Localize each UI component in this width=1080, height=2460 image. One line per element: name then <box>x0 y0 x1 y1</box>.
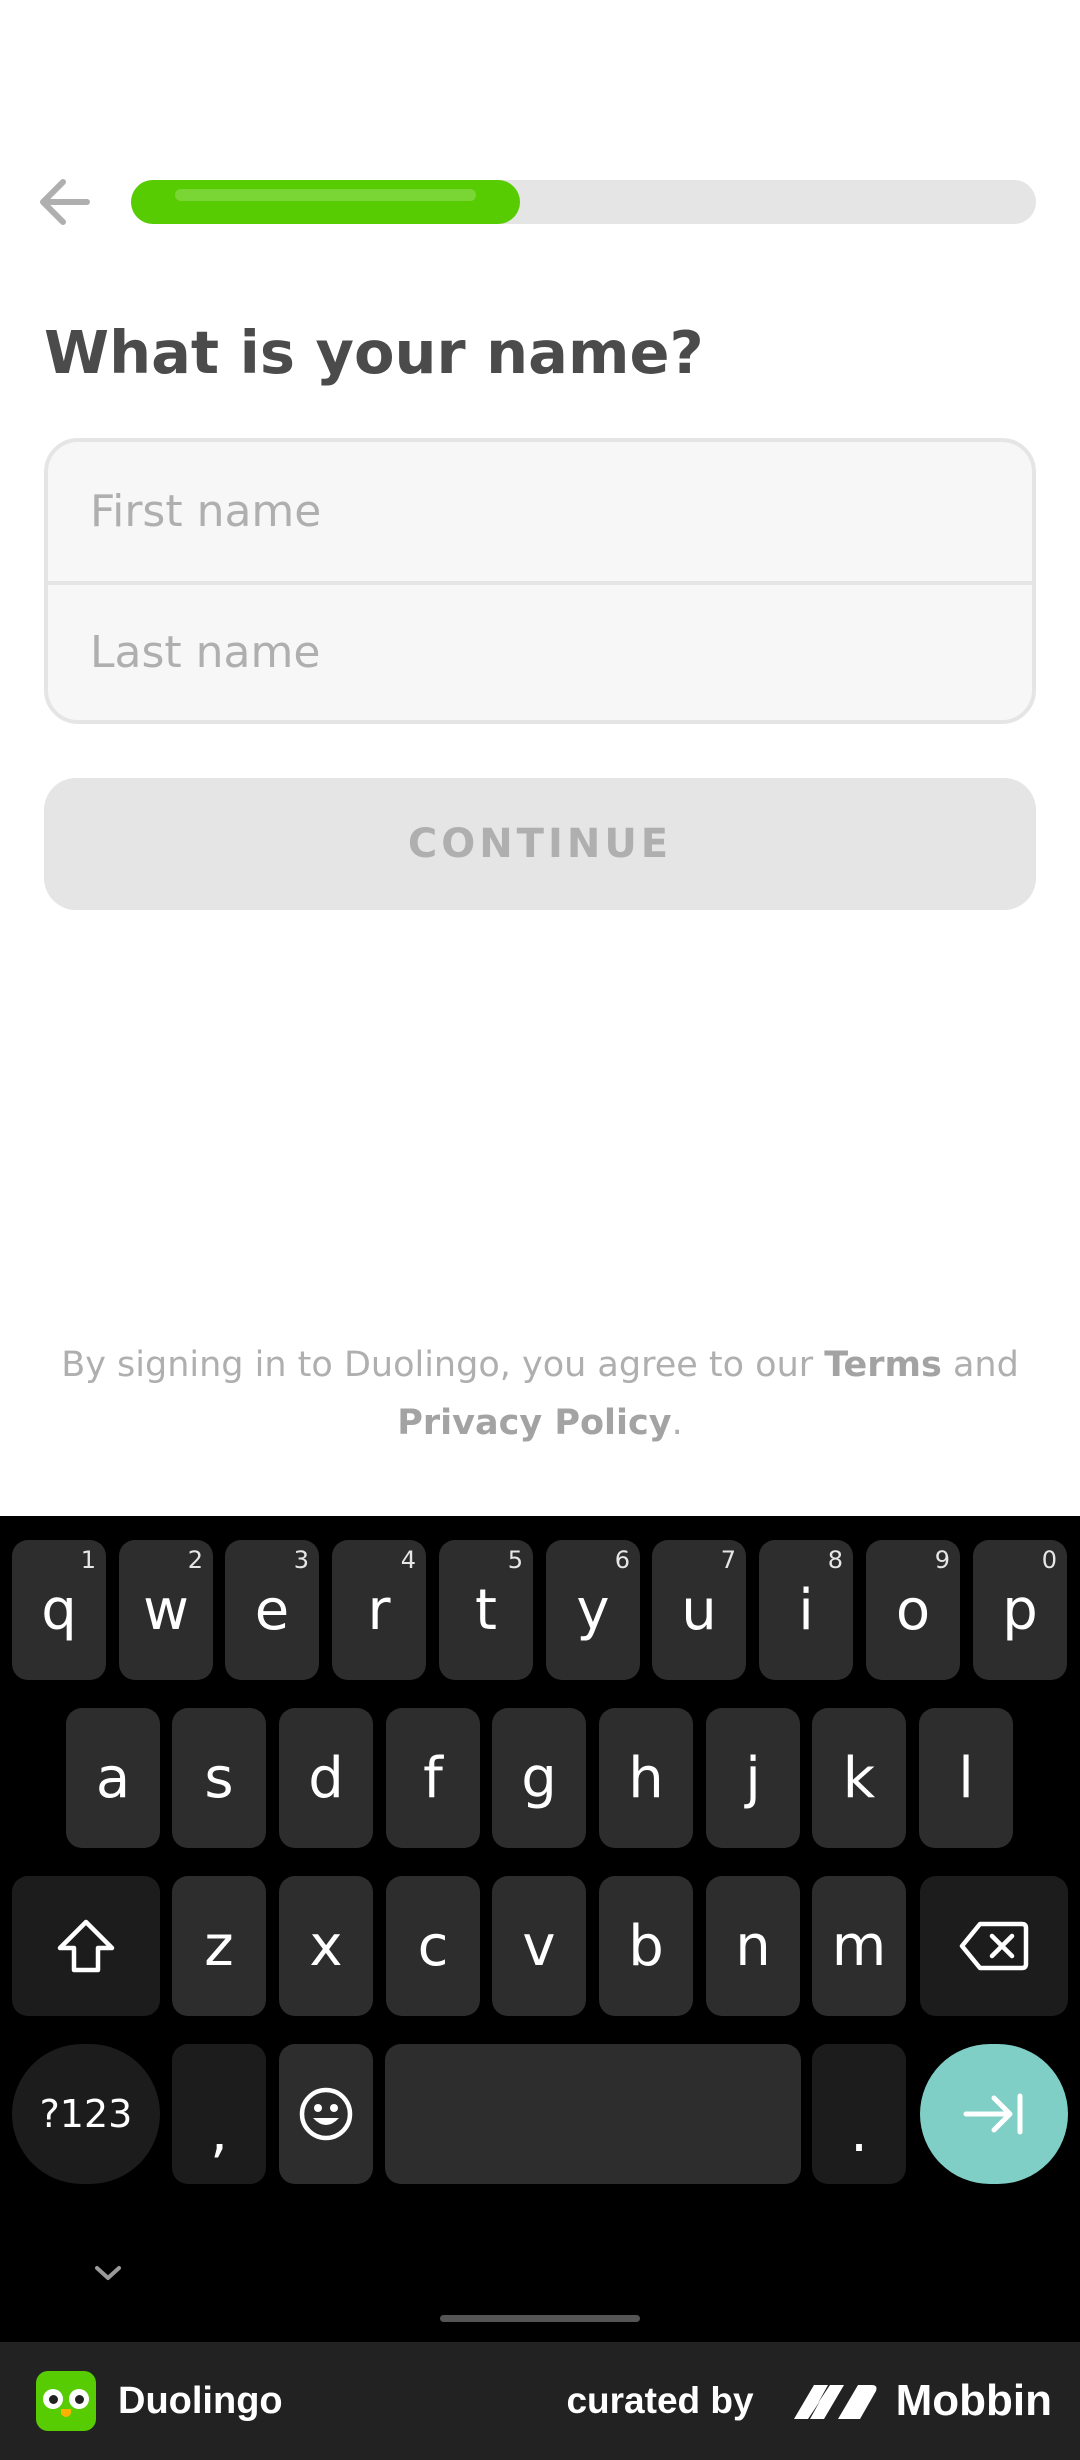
key-m[interactable]: m <box>812 1876 906 2016</box>
key-label: u <box>681 1577 717 1643</box>
mobbin-logo-icon <box>793 2385 877 2419</box>
key-w[interactable]: w2 <box>119 1540 213 1680</box>
key-r[interactable]: r4 <box>332 1540 426 1680</box>
key-label: o <box>895 1577 931 1643</box>
backspace-key[interactable] <box>920 1876 1068 2016</box>
key-label: y <box>576 1577 610 1643</box>
legal-text-and: and <box>941 1345 1019 1385</box>
key-hint: 9 <box>934 1546 950 1574</box>
key-hint: 3 <box>293 1546 309 1574</box>
key-s[interactable]: s <box>172 1708 266 1848</box>
key-u[interactable]: u7 <box>652 1540 746 1680</box>
key-d[interactable]: d <box>279 1708 373 1848</box>
progress-bar-highlight <box>175 189 477 201</box>
space-key[interactable] <box>385 2044 801 2184</box>
comma-key[interactable]: , <box>172 2044 266 2184</box>
key-label: q <box>41 1577 77 1643</box>
key-h[interactable]: h <box>599 1708 693 1848</box>
last-name-row <box>48 581 1032 720</box>
key-x[interactable]: x <box>279 1876 373 2016</box>
keyboard-collapse-button[interactable] <box>88 2258 128 2288</box>
footer-app-name: Duolingo <box>118 2379 283 2422</box>
key-b[interactable]: b <box>599 1876 693 2016</box>
next-key[interactable] <box>920 2044 1068 2184</box>
first-name-input[interactable] <box>90 486 1032 537</box>
key-i[interactable]: i8 <box>759 1540 853 1680</box>
back-button[interactable] <box>34 174 94 230</box>
first-name-row <box>48 442 1032 581</box>
symbols-key[interactable]: ?123 <box>12 2044 160 2184</box>
key-t[interactable]: t5 <box>439 1540 533 1680</box>
arrow-left-icon <box>40 179 90 225</box>
key-label: e <box>254 1577 290 1643</box>
key-hint: 4 <box>400 1546 416 1574</box>
key-label: r <box>367 1577 391 1643</box>
on-screen-keyboard: q1 w2 e3 r4 t5 y6 u7 i8 o9 p0 a s d f g … <box>0 1516 1080 2342</box>
key-f[interactable]: f <box>386 1708 480 1848</box>
shift-key[interactable] <box>12 1876 160 2016</box>
key-hint: 2 <box>187 1546 203 1574</box>
duolingo-logo-icon <box>36 2371 96 2431</box>
key-hint: 5 <box>507 1546 523 1574</box>
key-a[interactable]: a <box>66 1708 160 1848</box>
key-label: i <box>798 1577 814 1643</box>
name-form <box>44 438 1036 724</box>
duolingo-logo-beak <box>61 2409 71 2417</box>
legal-text-prefix: By signing in to Duolingo, you agree to … <box>61 1345 825 1385</box>
gesture-nav-handle[interactable] <box>440 2315 640 2322</box>
key-g[interactable]: g <box>492 1708 586 1848</box>
duolingo-logo-eye <box>69 2389 89 2409</box>
key-y[interactable]: y6 <box>546 1540 640 1680</box>
key-c[interactable]: c <box>386 1876 480 2016</box>
key-j[interactable]: j <box>706 1708 800 1848</box>
page-title: What is your name? <box>44 318 704 387</box>
next-field-icon <box>963 2093 1023 2135</box>
key-hint: 1 <box>80 1546 96 1574</box>
legal-notice: By signing in to Duolingo, you agree to … <box>40 1336 1040 1452</box>
key-l[interactable]: l <box>919 1708 1013 1848</box>
emoji-icon <box>299 2087 353 2141</box>
key-hint: 6 <box>614 1546 630 1574</box>
chevron-down-icon <box>95 2266 121 2280</box>
progress-bar-fill <box>131 180 521 224</box>
footer-curated-by: curated by <box>566 2380 754 2421</box>
shift-icon <box>57 1919 115 1973</box>
progress-bar <box>131 180 1036 224</box>
key-k[interactable]: k <box>812 1708 906 1848</box>
duolingo-signup-screen: What is your name? CONTINUE By signing i… <box>0 0 1080 1516</box>
key-p[interactable]: p0 <box>973 1540 1067 1680</box>
period-key[interactable]: . <box>812 2044 906 2184</box>
key-hint: 7 <box>720 1546 736 1574</box>
continue-button[interactable]: CONTINUE <box>44 778 1036 910</box>
privacy-policy-link[interactable]: Privacy Policy <box>397 1403 671 1443</box>
backspace-icon <box>959 1921 1029 1971</box>
footer-brand-name: Mobbin <box>895 2376 1052 2425</box>
legal-text-suffix: . <box>671 1403 683 1443</box>
key-q[interactable]: q1 <box>12 1540 106 1680</box>
emoji-key[interactable] <box>279 2044 373 2184</box>
last-name-input[interactable] <box>90 627 1032 678</box>
key-z[interactable]: z <box>172 1876 266 2016</box>
attribution-footer: Duolingo curated by Mobbin <box>0 2342 1080 2460</box>
key-o[interactable]: o9 <box>866 1540 960 1680</box>
key-label: t <box>475 1577 497 1643</box>
key-n[interactable]: n <box>706 1876 800 2016</box>
key-hint: 0 <box>1041 1546 1057 1574</box>
key-label: w <box>143 1577 189 1643</box>
key-label: p <box>1002 1577 1038 1643</box>
key-hint: 8 <box>827 1546 843 1574</box>
key-v[interactable]: v <box>492 1876 586 2016</box>
key-e[interactable]: e3 <box>225 1540 319 1680</box>
terms-link[interactable]: Terms <box>824 1345 942 1385</box>
duolingo-logo-eye <box>43 2389 63 2409</box>
